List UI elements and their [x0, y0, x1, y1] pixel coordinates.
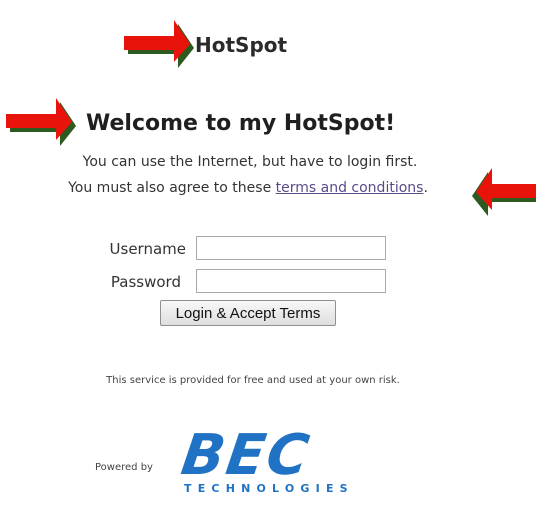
username-input[interactable] — [196, 236, 386, 260]
terms-and-conditions-link[interactable]: terms and conditions — [276, 180, 424, 196]
welcome-heading: Welcome to my HotSpot! — [86, 111, 396, 136]
site-title: HotSpot — [195, 33, 288, 57]
login-accept-terms-button[interactable]: Login & Accept Terms — [160, 300, 336, 326]
bec-logo-subtitle: TECHNOLOGIES — [184, 482, 354, 495]
arrow-right-icon — [6, 98, 76, 146]
disclaimer-text: This service is provided for free and us… — [106, 375, 400, 386]
arrow-right-icon — [124, 20, 194, 68]
password-label: Password — [110, 273, 181, 291]
powered-by-label: Powered by — [95, 462, 153, 473]
disclaimer-container: This service is provided for free and us… — [0, 375, 536, 386]
username-label: Username — [109, 240, 186, 258]
intro-text: You can use the Internet, but have to lo… — [0, 152, 518, 172]
password-input[interactable] — [196, 269, 386, 293]
terms-notice: You must also agree to these terms and c… — [0, 178, 516, 198]
bec-logo-mark: BEC — [177, 423, 315, 488]
intro-line-2-prefix: You must also agree to these — [68, 180, 276, 196]
intro-line-1: You can use the Internet, but have to lo… — [82, 154, 418, 170]
bec-technologies-logo[interactable]: BEC TECHNOLOGIES — [177, 423, 388, 500]
intro-line-2-suffix: . — [423, 180, 428, 196]
